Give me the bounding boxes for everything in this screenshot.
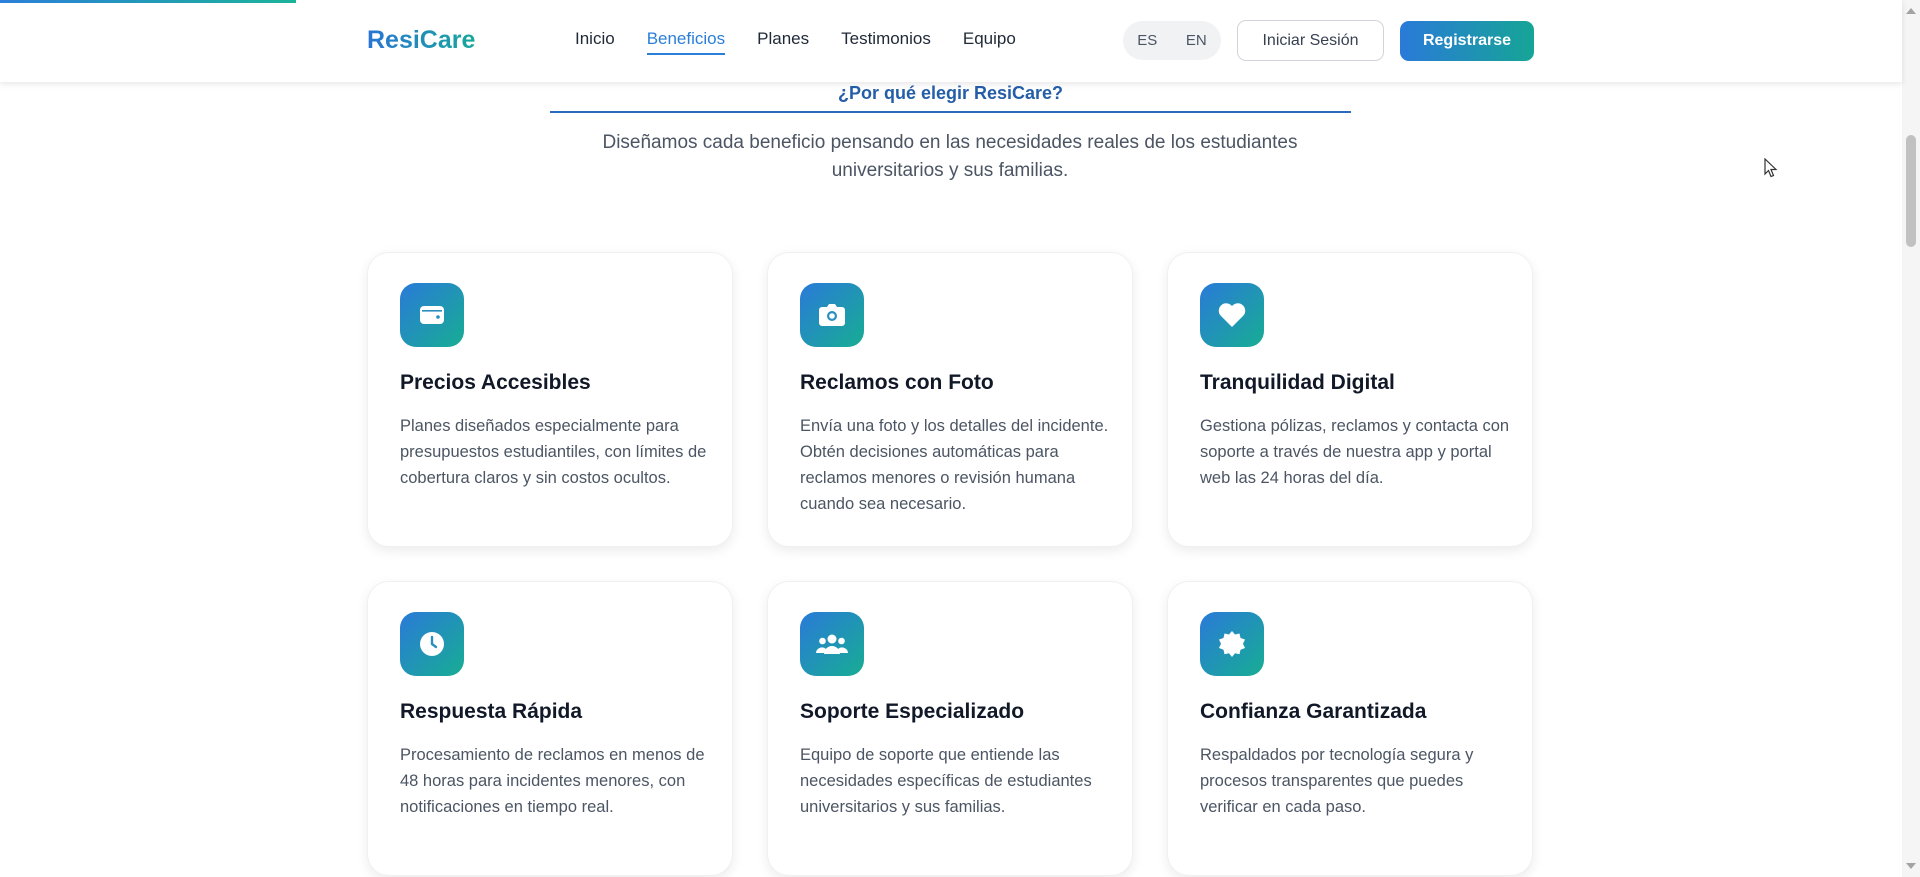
scroll-down-arrow-icon[interactable] [1906,863,1916,869]
benefit-card: Precios Accesibles Planes diseñados espe… [367,252,733,547]
benefit-card: Respuesta Rápida Procesamiento de reclam… [367,581,733,876]
benefit-card: Confianza Garantizada Respaldados por te… [1167,581,1533,876]
benefit-title: Confianza Garantizada [1200,700,1427,723]
nav-link-inicio[interactable]: Inicio [575,29,615,55]
scroll-thumb[interactable] [1906,135,1916,247]
mouse-cursor-icon [1764,158,1778,178]
lang-en-button[interactable]: EN [1186,32,1207,49]
benefit-title: Respuesta Rápida [400,700,583,723]
register-button[interactable]: Registrarse [1400,21,1534,61]
benefit-description: Envía una foto y los detalles del incide… [800,417,1109,513]
badge-icon [1200,612,1264,676]
benefit-description: Gestiona pólizas, reclamos y contacta co… [1200,417,1510,487]
language-switcher: ES EN [1123,21,1221,60]
logo[interactable]: ResiCare [367,26,475,55]
nav-link-testimonios[interactable]: Testimonios [841,29,931,55]
benefit-description: Planes diseñados especialmente para pres… [400,417,707,487]
benefit-description: Procesamiento de reclamos en menos de 48… [400,746,705,816]
benefit-title: Tranquilidad Digital [1200,371,1395,394]
benefit-title: Soporte Especializado [800,700,1025,723]
benefit-title: Reclamos con Foto [800,371,994,394]
benefits-subtitle: Diseñamos cada beneficio pensando en las… [602,132,1298,181]
benefit-card: Tranquilidad Digital Gestiona pólizas, r… [1167,252,1533,547]
benefit-card: Reclamos con Foto Envía una foto y los d… [767,252,1133,547]
benefit-card: Soporte Especializado Equipo de soporte … [767,581,1133,876]
scroll-up-arrow-icon[interactable] [1906,8,1916,14]
page-scrollbar[interactable] [1902,0,1920,877]
nav-link-planes[interactable]: Planes [757,29,809,55]
benefits-eyebrow: ¿Por qué elegir ResiCare? [550,80,1351,113]
users-icon [800,612,864,676]
main-nav: Inicio Beneficios Planes Testimonios Equ… [575,29,1048,55]
clock-icon [400,612,464,676]
top-navbar: ResiCare Inicio Beneficios Planes Testim… [0,0,1902,82]
heart-icon [1200,283,1264,347]
login-button[interactable]: Iniciar Sesión [1237,20,1384,61]
nav-link-beneficios[interactable]: Beneficios [646,29,726,55]
camera-icon [800,283,864,347]
benefit-description: Equipo de soporte que entiende las neces… [800,746,1092,816]
lang-es-button[interactable]: ES [1137,32,1157,49]
wallet-icon [400,283,464,347]
benefit-description: Respaldados por tecnología segura y proc… [1200,746,1474,816]
nav-link-equipo[interactable]: Equipo [963,29,1016,55]
scroll-progress-bar [0,0,296,3]
benefit-title: Precios Accesibles [400,371,591,394]
